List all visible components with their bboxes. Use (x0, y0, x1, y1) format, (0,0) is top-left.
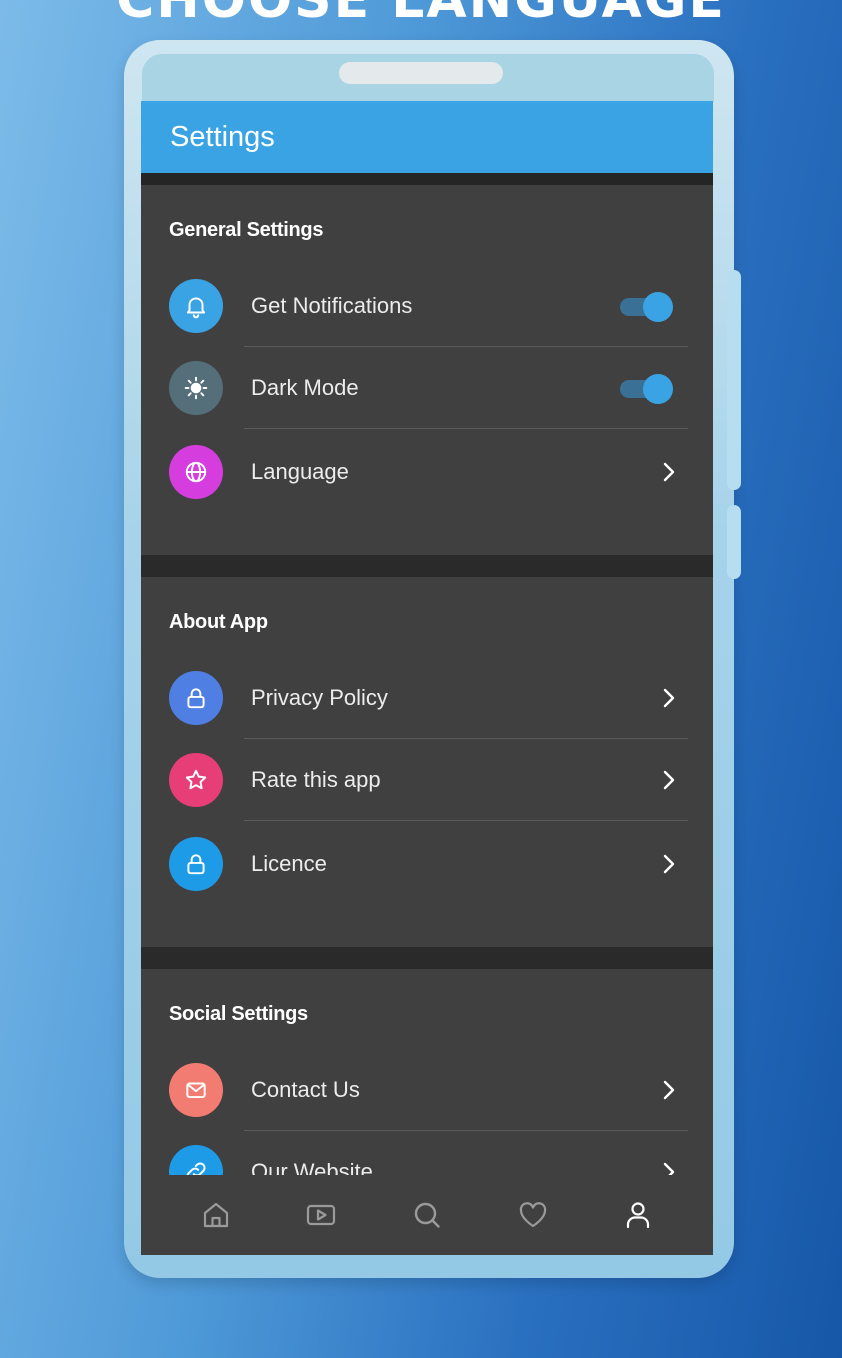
settings-item-label: Dark Mode (251, 375, 359, 400)
lock-icon (169, 837, 223, 891)
section-title-about: About App (169, 611, 268, 633)
app-screen: Settings General Settings Get Notificati… (141, 101, 713, 1255)
section-title-social: Social Settings (169, 1003, 308, 1025)
toggle-knob (643, 374, 673, 404)
video-icon[interactable] (304, 1198, 338, 1232)
general-settings-section: General Settings Get Notifications Dark … (141, 185, 713, 555)
section-padding (169, 515, 688, 555)
chevron-right-icon (660, 769, 688, 791)
settings-item-label: Get Notifications (251, 293, 413, 318)
section-gap (141, 947, 713, 969)
search-icon[interactable] (410, 1198, 444, 1232)
notifications-toggle[interactable] (620, 291, 674, 322)
banner-title: CHOOSE LANGUAGE (116, 0, 726, 30)
about-app-section: About App Privacy Policy Rate this app L… (141, 577, 713, 947)
globe-icon (169, 445, 223, 499)
settings-item-label: Rate this app (251, 767, 381, 792)
settings-item-dark-mode[interactable]: Dark Mode (169, 347, 688, 429)
chevron-right-icon (660, 1079, 688, 1101)
settings-item-notifications[interactable]: Get Notifications (169, 265, 688, 347)
section-padding (169, 907, 688, 947)
bell-icon (169, 279, 223, 333)
profile-icon[interactable] (621, 1198, 655, 1232)
section-gap (141, 555, 713, 577)
settings-item-licence[interactable]: Licence (169, 821, 688, 907)
home-icon[interactable] (199, 1198, 233, 1232)
settings-item-label: Language (251, 459, 349, 484)
settings-item-rate-app[interactable]: Rate this app (169, 739, 688, 821)
settings-item-privacy-policy[interactable]: Privacy Policy (169, 657, 688, 739)
chevron-right-icon (660, 461, 688, 483)
bottom-navigation (141, 1175, 713, 1255)
chevron-right-icon (660, 687, 688, 709)
heart-icon[interactable] (516, 1198, 550, 1232)
settings-item-label: Contact Us (251, 1077, 360, 1102)
section-title-general: General Settings (169, 219, 324, 241)
app-bar: Settings (141, 101, 713, 185)
settings-item-label: Privacy Policy (251, 685, 388, 710)
phone-power-button (727, 505, 741, 579)
settings-item-label: Licence (251, 851, 327, 876)
settings-item-language[interactable]: Language (169, 429, 688, 515)
phone-speaker (339, 62, 503, 84)
mail-icon (169, 1063, 223, 1117)
page-title: Settings (170, 120, 275, 153)
star-icon (169, 753, 223, 807)
toggle-knob (643, 292, 673, 322)
dark-mode-toggle[interactable] (620, 373, 674, 404)
phone-volume-button (727, 270, 741, 490)
lock-icon (169, 671, 223, 725)
chevron-right-icon (660, 853, 688, 875)
sun-icon (169, 361, 223, 415)
settings-item-contact-us[interactable]: Contact Us (169, 1049, 688, 1131)
